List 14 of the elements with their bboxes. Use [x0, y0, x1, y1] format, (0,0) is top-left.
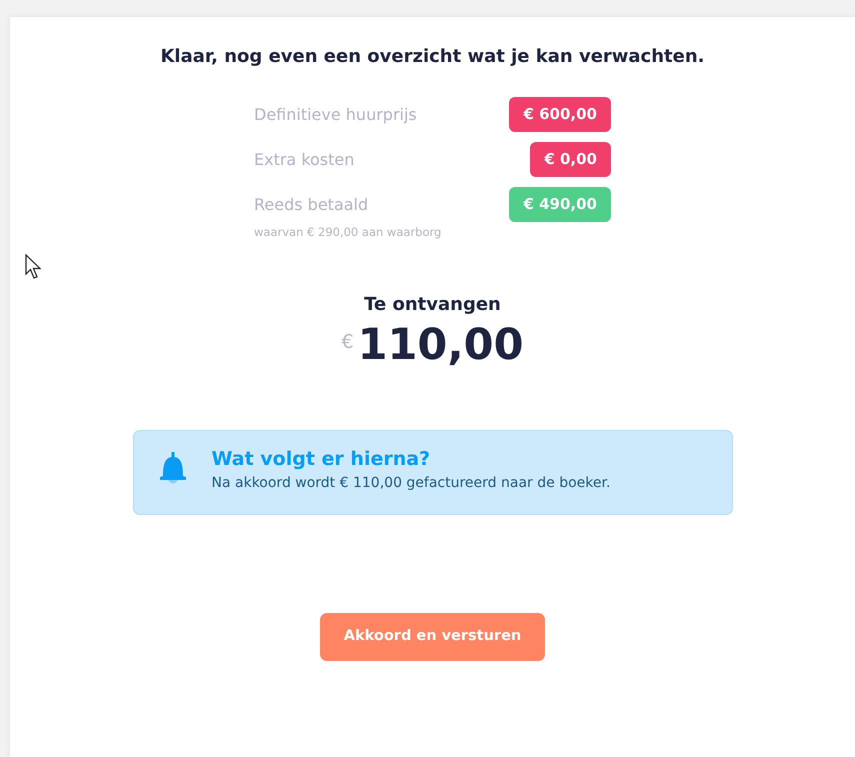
line-label: Reeds betaald	[254, 194, 368, 216]
info-text: Na akkoord wordt € 110,00 gefactureerd naar de boeker.	[212, 474, 610, 494]
page-title: Klaar, nog even een overzicht wat je kan verwachten.	[160, 45, 705, 69]
total-amount: 110,00	[358, 322, 524, 370]
amount-tag: € 0,00	[530, 142, 611, 177]
confirm-send-button[interactable]: Akkoord en versturen	[320, 613, 546, 661]
amount-tag: € 490,00	[509, 187, 611, 222]
currency-symbol: €	[341, 330, 354, 356]
line-label: Definitieve huurprijs	[254, 104, 417, 126]
info-title: Wat volgt er hierna?	[212, 446, 432, 472]
total-label: Te ontvangen	[364, 293, 501, 318]
line-label: Extra kosten	[254, 148, 354, 170]
amount-tag: € 600,00	[509, 97, 611, 132]
deposit-note: waarvan € 290,00 aan waarborg	[254, 224, 442, 241]
